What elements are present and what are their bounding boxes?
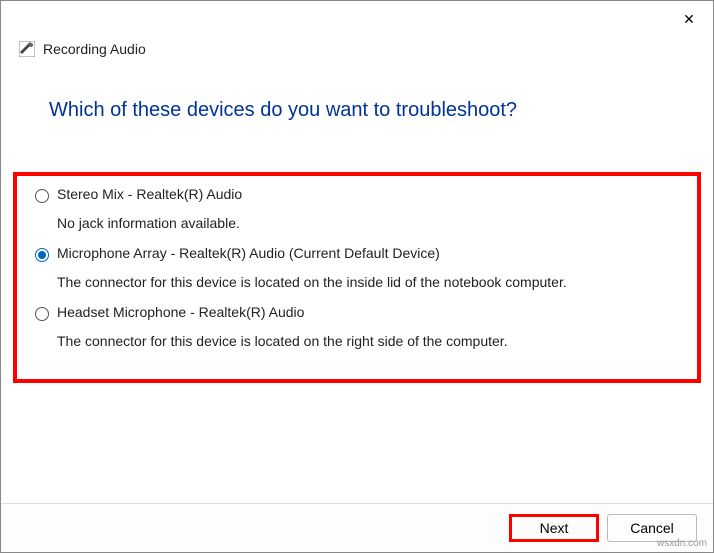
option-stereo-mix[interactable]: Stereo Mix - Realtek(R) Audio — [35, 186, 679, 203]
titlebar: ✕ — [1, 1, 713, 33]
radio-headset-microphone[interactable] — [35, 307, 49, 321]
option-label: Microphone Array - Realtek(R) Audio (Cur… — [57, 245, 440, 261]
content-area: Which of these devices do you want to tr… — [1, 69, 713, 503]
option-label: Headset Microphone - Realtek(R) Audio — [57, 304, 304, 320]
radio-microphone-array[interactable] — [35, 248, 49, 262]
question-heading: Which of these devices do you want to tr… — [49, 99, 677, 122]
radio-stereo-mix[interactable] — [35, 189, 49, 203]
close-button[interactable]: ✕ — [677, 7, 701, 31]
close-icon: ✕ — [683, 11, 695, 28]
option-description: No jack information available. — [57, 215, 679, 231]
next-button[interactable]: Next — [509, 514, 599, 542]
troubleshooter-window: ✕ Recording Audio Which of these devices… — [0, 0, 714, 553]
option-description: The connector for this device is located… — [57, 274, 679, 290]
option-label: Stereo Mix - Realtek(R) Audio — [57, 186, 242, 202]
option-description: The connector for this device is located… — [57, 333, 679, 349]
recording-audio-icon — [19, 41, 35, 57]
footer: Next Cancel — [1, 503, 713, 552]
device-options-group: Stereo Mix - Realtek(R) Audio No jack in… — [13, 172, 701, 383]
watermark: wsxdn.com — [657, 538, 707, 549]
option-microphone-array[interactable]: Microphone Array - Realtek(R) Audio (Cur… — [35, 245, 679, 262]
header-title: Recording Audio — [43, 41, 146, 57]
header: Recording Audio — [1, 33, 713, 69]
option-headset-microphone[interactable]: Headset Microphone - Realtek(R) Audio — [35, 304, 679, 321]
